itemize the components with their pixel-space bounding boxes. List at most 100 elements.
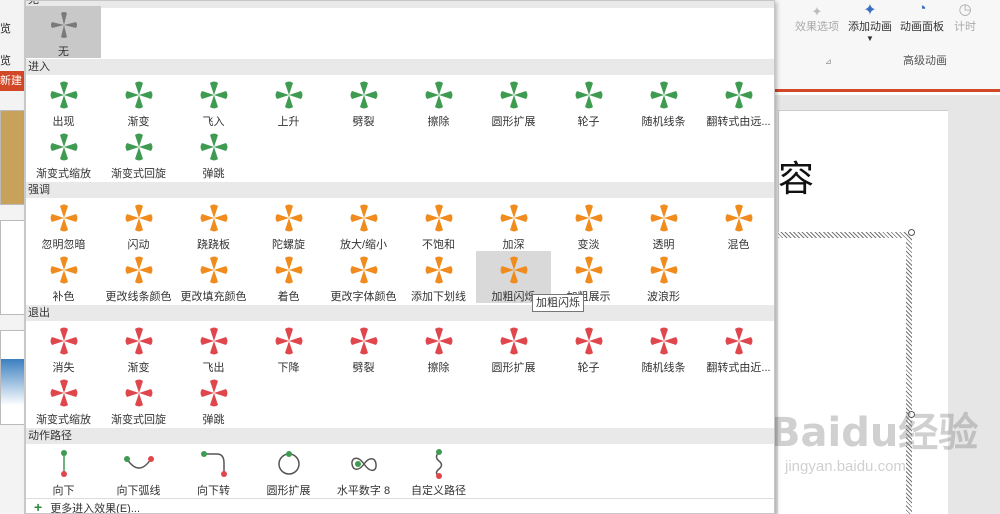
motion-path-icon [277, 451, 300, 475]
animation-effect-label: 闪动 [127, 239, 150, 251]
resize-handle[interactable] [908, 229, 915, 236]
animation-effect-item[interactable]: 弹跳 [176, 374, 251, 426]
watermark-url: jingyan.baidu.com [785, 458, 906, 475]
animation-effect-item[interactable]: 更改字体颜色 [326, 251, 401, 303]
animation-effect-item[interactable]: 补色 [26, 251, 101, 303]
timing-icon: ◷ [958, 1, 972, 18]
animation-effect-item[interactable]: 劈裂 [326, 76, 401, 128]
animation-star-icon [50, 133, 77, 161]
animation-effect-item[interactable]: 陀螺旋 [251, 199, 326, 251]
animation-effect-item[interactable]: 更改线条颜色 [101, 251, 176, 303]
animation-effect-item[interactable]: 擦除 [401, 76, 476, 128]
animation-star-icon [200, 204, 227, 232]
slide-thumbnail[interactable] [0, 110, 24, 205]
section-header: 进入 [26, 59, 774, 75]
animation-effect-item[interactable]: 飞出 [176, 322, 251, 374]
motion-path-icon [200, 451, 227, 477]
animation-effect-item[interactable]: 消失 [26, 322, 101, 374]
section-header: 强调 [26, 182, 774, 198]
animation-effect-item[interactable]: 渐变 [101, 322, 176, 374]
animation-effect-item[interactable]: 随机线条 [626, 76, 701, 128]
animation-effect-item[interactable]: 圆形扩展 [476, 76, 551, 128]
animation-effect-label: 弹跳 [202, 414, 225, 426]
animation-effect-item[interactable]: 跷跷板 [176, 199, 251, 251]
effect-options-icon: ✦ [811, 4, 823, 19]
animation-effect-item[interactable]: 闪动 [101, 199, 176, 251]
animation-effect-item[interactable]: 擦除 [401, 322, 476, 374]
animation-effect-item[interactable]: 波浪形 [626, 251, 701, 303]
animation-effect-label: 加深 [502, 239, 525, 251]
new-slide-button[interactable]: 新建 [0, 71, 24, 91]
animation-effect-label: 放大/缩小 [339, 239, 388, 251]
animation-effect-item[interactable]: 渐变式回旋 [101, 128, 176, 180]
animation-effect-item[interactable]: 渐变式缩放 [26, 128, 101, 180]
animation-effect-item[interactable]: 出现 [26, 76, 101, 128]
effect-options-button[interactable]: ✦ 效果选项 [787, 4, 847, 34]
animation-effect-item[interactable]: 不饱和 [401, 199, 476, 251]
animation-effect-item[interactable]: 自定义路径 [401, 445, 476, 497]
plus-icon: + [34, 499, 43, 514]
animation-star-icon [125, 256, 152, 284]
animation-effect-item[interactable]: 飞入 [176, 76, 251, 128]
none-star-icon [50, 12, 77, 38]
animation-star-icon [50, 204, 77, 232]
animation-star-icon [125, 379, 152, 407]
animation-effect-item[interactable]: 随机线条 [626, 322, 701, 374]
animation-effect-item[interactable]: 向下弧线 [101, 445, 176, 497]
animation-effect-item[interactable]: 着色 [251, 251, 326, 303]
animation-effect-label: 跷跷板 [197, 239, 230, 251]
animation-effect-item[interactable]: 渐变 [101, 76, 176, 128]
section-header-none: 无 [26, 1, 774, 8]
animation-effect-label: 水平数字 8 [336, 485, 391, 497]
animation-effect-label: 渐变式回旋 [111, 168, 166, 180]
animation-effect-item[interactable]: 下降 [251, 322, 326, 374]
animation-effect-item[interactable]: 翻转式由远... [701, 76, 774, 128]
animation-effect-label: 波浪形 [647, 291, 680, 303]
animation-effect-item[interactable]: 弹跳 [176, 128, 251, 180]
animation-effect-item[interactable]: 轮子 [551, 322, 626, 374]
animation-effect-label: 飞入 [202, 116, 225, 128]
animation-effect-item[interactable]: 渐变式缩放 [26, 374, 101, 426]
timing-button[interactable]: ◷ 计时 [950, 0, 980, 34]
preview-label-2: 览 [0, 55, 11, 67]
preview-label[interactable]: 览 [0, 20, 11, 36]
animation-effect-item[interactable]: 透明 [626, 199, 701, 251]
animation-effect-item[interactable]: 上升 [251, 76, 326, 128]
animation-effect-item[interactable]: 翻转式由近... [701, 322, 774, 374]
animation-gallery: 无 无 进入 出现 渐变 飞入 上升 劈裂 擦除 圆形扩展 轮子 随机线条 翻转式由远... 渐变式缩… [25, 0, 775, 514]
animation-none[interactable]: 无 [26, 6, 101, 58]
slide-thumbnail[interactable] [0, 220, 24, 315]
add-animation-button[interactable]: ✦ 添加动画 ▼ [845, 0, 895, 43]
animation-effect-item[interactable]: 劈裂 [326, 322, 401, 374]
animation-effect-item[interactable]: 轮子 [551, 76, 626, 128]
animation-effect-label: 更改字体颜色 [330, 291, 397, 303]
animation-effect-label: 擦除 [427, 116, 450, 128]
animation-effect-item[interactable]: 向下 [26, 445, 101, 497]
dialog-launcher-icon[interactable]: ⊿ [825, 57, 832, 66]
animation-star-icon [725, 327, 752, 355]
animation-effect-item[interactable]: 圆形扩展 [251, 445, 326, 497]
animation-effect-item[interactable]: 圆形扩展 [476, 322, 551, 374]
animation-effect-item[interactable]: 更改填充颜色 [176, 251, 251, 303]
animation-effect-item[interactable]: 水平数字 8 [326, 445, 401, 497]
animation-effect-item[interactable]: 放大/缩小 [326, 199, 401, 251]
animation-star-icon [275, 256, 302, 284]
motion-path-icon [123, 456, 154, 469]
animation-star-icon [500, 81, 527, 109]
animation-effect-item[interactable]: 变淡 [551, 199, 626, 251]
animation-effect-item[interactable]: 添加下划线 [401, 251, 476, 303]
animation-effect-item[interactable]: 加深 [476, 199, 551, 251]
more-effects-button[interactable]: + 更多进入效果(E)... [26, 498, 774, 514]
animation-effect-item[interactable]: 忽明忽暗 [26, 199, 101, 251]
slide-thumbnail[interactable] [0, 330, 24, 425]
animation-effect-item[interactable]: 混色 [701, 199, 774, 251]
animation-effect-label: 轮子 [577, 116, 600, 128]
slide-title-text[interactable]: 容 [778, 150, 814, 202]
animation-effect-label: 渐变式缩放 [36, 168, 91, 180]
tooltip: 加粗闪烁 [532, 294, 584, 312]
animation-effect-item[interactable]: 渐变式回旋 [101, 374, 176, 426]
animation-effect-label: 渐变 [127, 116, 150, 128]
animation-star-icon [425, 327, 452, 355]
animation-effect-item[interactable]: 向下转 [176, 445, 251, 497]
animation-pane-button[interactable]: ◔ 动画面板 [897, 0, 947, 34]
